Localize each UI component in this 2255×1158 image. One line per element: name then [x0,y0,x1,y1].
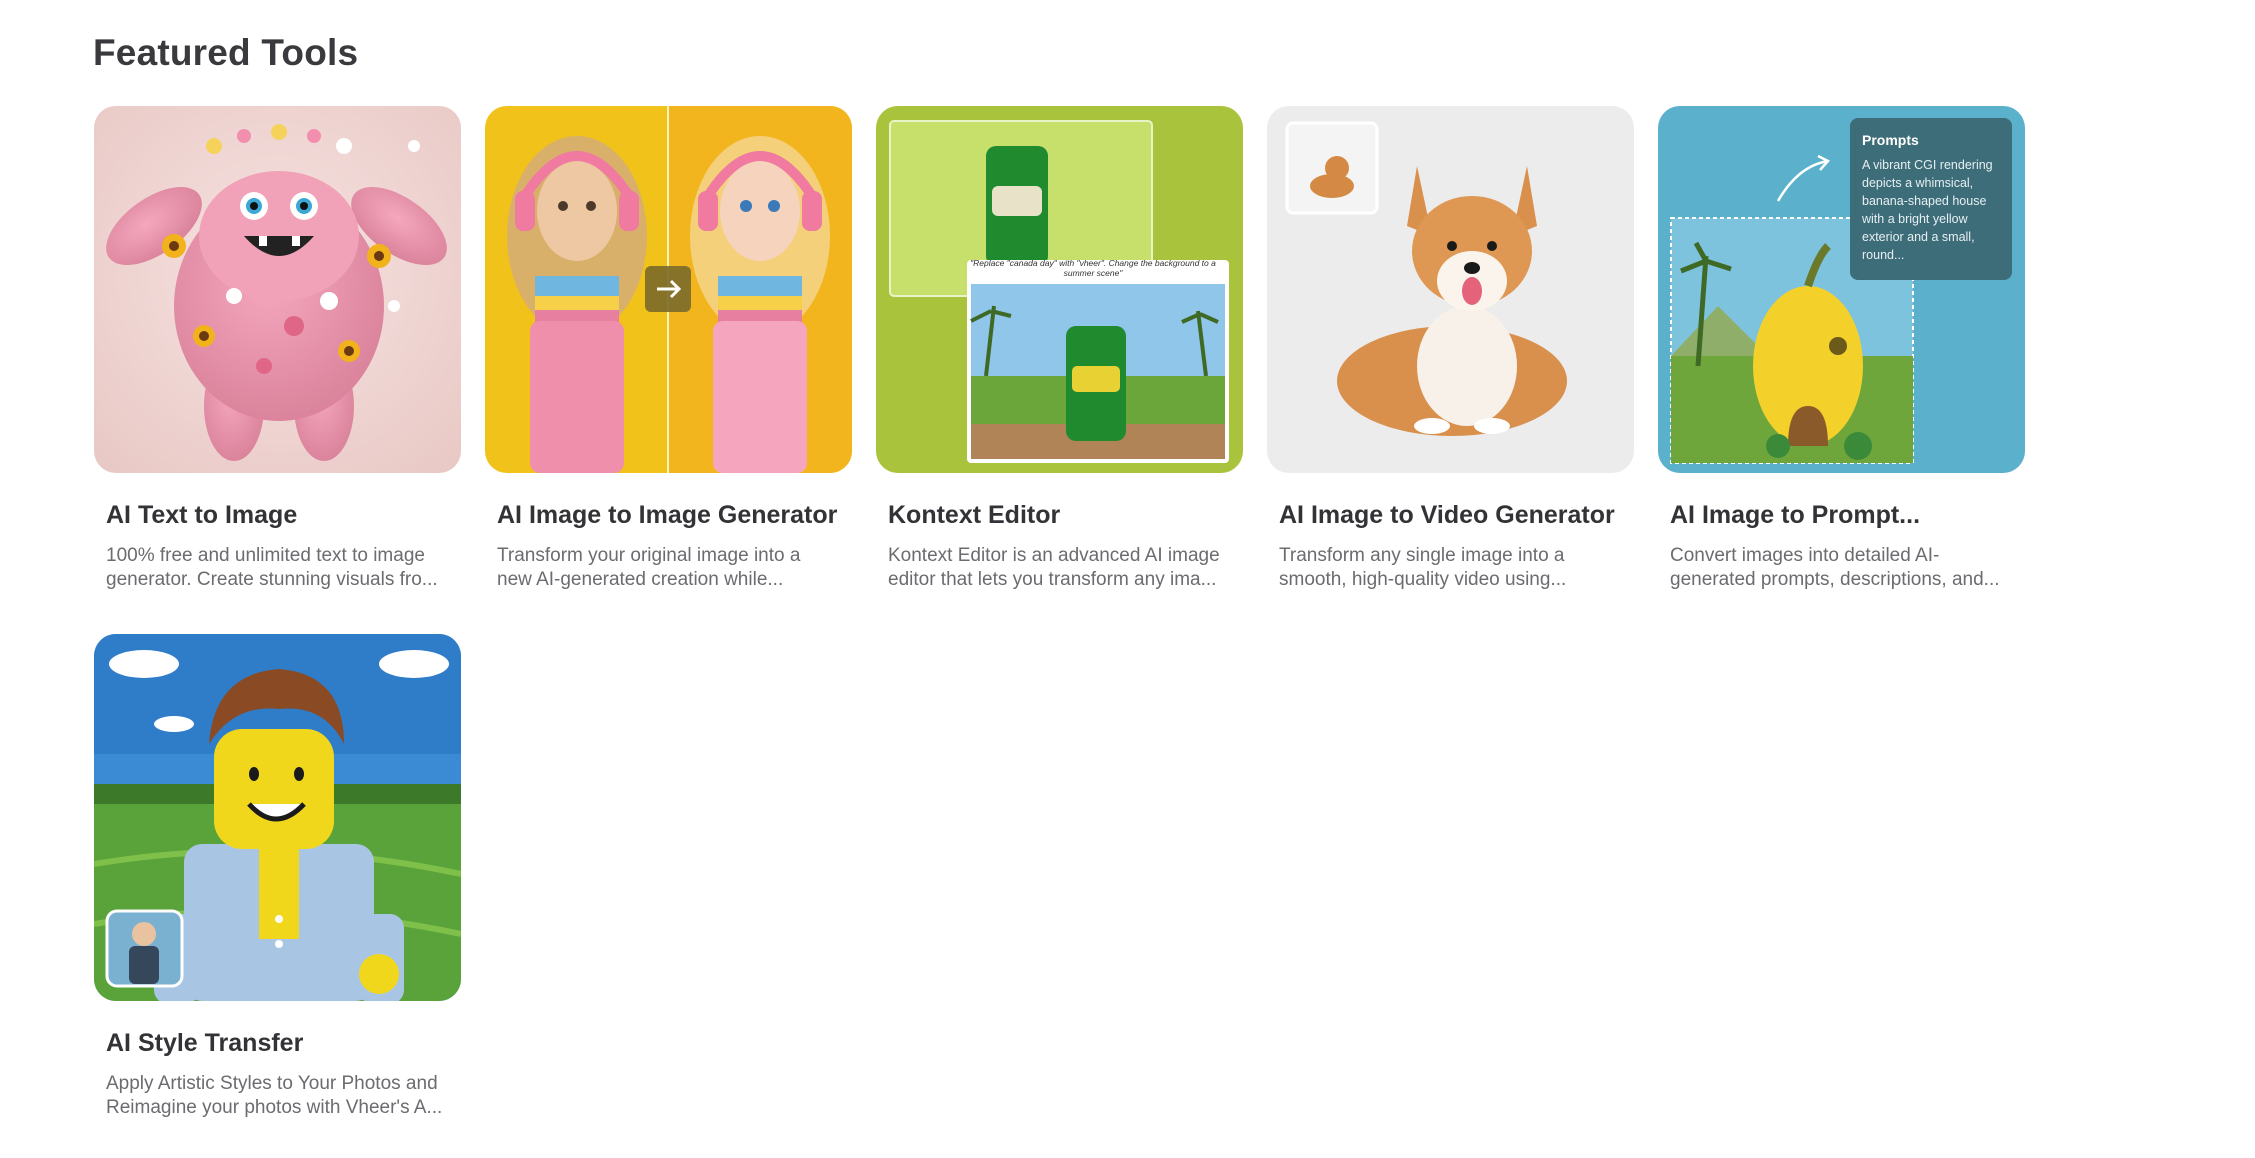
tool-thumbnail[interactable] [94,634,461,1001]
tool-title[interactable]: AI Style Transfer [106,1029,461,1058]
featured-tools-page: Featured Tools AI Text to Image 100% fre… [0,0,2255,1158]
tool-card-kontext-editor[interactable]: "Replace "canada day" with "vheer". Chan… [876,106,1243,592]
tool-description: Convert images into detailed AI-generate… [1670,545,2000,590]
tool-card-text-to-image[interactable]: AI Text to Image 100% free and unlimited… [94,106,461,592]
pink-monster-image [94,106,461,473]
tools-grid: AI Text to Image 100% free and unlimited… [94,106,2025,1120]
lego-man-image [94,634,461,1001]
tool-title[interactable]: AI Text to Image [106,501,461,530]
tool-description: Apply Artistic Styles to Your Photos and… [106,1073,443,1118]
tool-card-image-to-prompt[interactable]: Prompts A vibrant CGI rendering depicts … [1658,106,2025,592]
prompt-label: Prompts [1862,132,1919,148]
tool-description: Transform your original image into a new… [497,545,801,590]
tool-card-image-to-video[interactable]: AI Image to Video Generator Transform an… [1267,106,1634,592]
tool-thumbnail[interactable] [94,106,461,473]
tool-thumbnail[interactable]: Prompts A vibrant CGI rendering depicts … [1658,106,2025,473]
prompt-output-panel: Prompts A vibrant CGI rendering depicts … [1850,118,2012,280]
tool-title[interactable]: AI Image to Video Generator [1279,501,1634,530]
tool-title[interactable]: Kontext Editor [888,501,1243,530]
girl-comparison-image [485,106,852,473]
soda-can-edit-image [876,106,1243,473]
tool-description: 100% free and unlimited text to image ge… [106,545,438,590]
edit-instruction-caption: "Replace "canada day" with "vheer". Chan… [970,258,1216,278]
tool-thumbnail[interactable] [485,106,852,473]
tool-title[interactable]: AI Image to Prompt... [1670,501,2025,530]
tool-thumbnail[interactable]: "Replace "canada day" with "vheer". Chan… [876,106,1243,473]
tool-thumbnail[interactable] [1267,106,1634,473]
section-title: Featured Tools [93,32,359,73]
tool-card-image-to-image[interactable]: AI Image to Image Generator Transform yo… [485,106,852,592]
tool-description: Transform any single image into a smooth… [1279,545,1567,590]
tool-title[interactable]: AI Image to Image Generator [497,501,852,530]
tool-card-style-transfer[interactable]: AI Style Transfer Apply Artistic Styles … [94,634,461,1120]
corgi-image [1267,106,1634,473]
tool-description: Kontext Editor is an advanced AI image e… [888,545,1220,590]
prompt-text: A vibrant CGI rendering depicts a whimsi… [1862,158,1993,262]
